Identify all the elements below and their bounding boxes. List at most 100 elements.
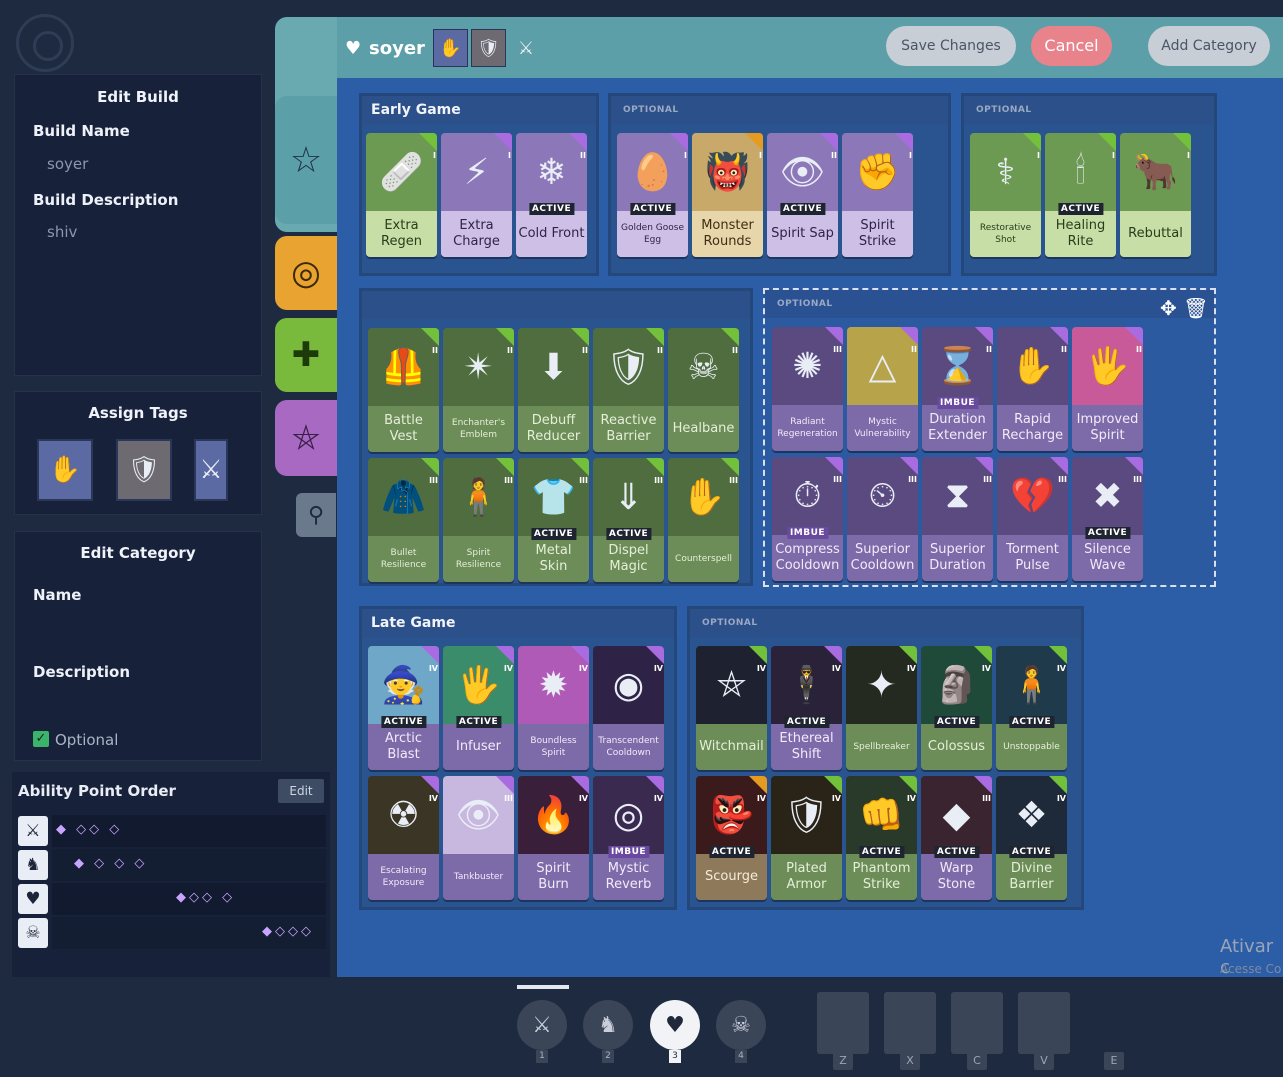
key-label: E [1104, 1052, 1124, 1070]
item-card[interactable]: 🦺 II Battle Vest [368, 328, 439, 452]
item-card[interactable]: ✦ IV Spellbreaker [846, 646, 917, 770]
item-card[interactable]: ✖ III ACTIVE Silence Wave [1072, 457, 1143, 581]
app-logo-icon [16, 14, 74, 72]
ability-3-heart-icon: ♥ [18, 884, 48, 914]
item-card[interactable]: 🖐 II Improved Spirit [1072, 327, 1143, 451]
item-slot-c[interactable] [951, 992, 1003, 1054]
ability-point-order-title: Ability Point Order [18, 782, 176, 800]
ability-slot-4-skull-icon[interactable]: ☠ [716, 1000, 766, 1050]
activation-watermark-sub: Acesse Co [1220, 962, 1282, 976]
key-label: V [1034, 1052, 1054, 1070]
item-card[interactable]: 🖐 IV ACTIVE Infuser [443, 646, 514, 770]
edit-build-title: Edit Build [97, 88, 179, 106]
category-description-label: Description [33, 663, 131, 681]
item-slot-x[interactable] [884, 992, 936, 1054]
item-card[interactable]: ❄ II ACTIVE Cold Front [516, 133, 587, 257]
item-card[interactable]: ◆ III ACTIVE Warp Stone [921, 776, 992, 900]
category-optional-selected[interactable]: OPTIONAL ✺ III Radiant Regeneration △ II Mys… [763, 288, 1216, 587]
category-title: Late Game [371, 615, 456, 631]
build-description-label: Build Description [33, 191, 179, 209]
item-card[interactable]: 👊 IV ACTIVE Phantom Strike [846, 776, 917, 900]
ability-slot-1-blade-icon[interactable]: ⚔ [517, 1000, 567, 1050]
category-title: OPTIONAL [976, 105, 1032, 115]
ability-1-icon: ⚔ [18, 816, 48, 846]
item-card[interactable]: 👕 III ACTIVE Metal Skin [518, 458, 589, 582]
item-card[interactable]: △ II Mystic Vulnerability [847, 327, 918, 451]
item-card[interactable]: ⌛ II IMBUE Duration Extender [922, 327, 993, 451]
item-card[interactable]: ❖ IV ACTIVE Divine Barrier [996, 776, 1067, 900]
item-card[interactable]: ✋ II Rapid Recharge [997, 327, 1068, 451]
category-title: OPTIONAL [702, 618, 758, 628]
item-card[interactable]: 🩹 I Extra Regen [366, 133, 437, 257]
item-card[interactable]: ⏲ III Superior Cooldown [847, 457, 918, 581]
item-card[interactable]: ⬇ II Debuff Reducer [518, 328, 589, 452]
category-optional-1[interactable]: OPTIONAL 🥚 I ACTIVE Golden Goose Egg 👹 I M… [608, 93, 951, 276]
item-card[interactable]: 🕴 IV ACTIVE Ethereal Shift [771, 646, 842, 770]
item-card[interactable]: 🧍 III Spirit Resilience [443, 458, 514, 582]
ability-row-3: ♥ ◆◇◇ ◇ [16, 883, 326, 915]
item-card[interactable]: 👁 II ACTIVE Spirit Sap [767, 133, 838, 257]
item-card[interactable]: 👹 I Monster Rounds [692, 133, 763, 257]
ability-order-edit-button[interactable]: Edit [278, 779, 324, 803]
search-icon[interactable]: ⚲ [296, 493, 336, 537]
item-card[interactable]: 🗿 IV ACTIVE Colossus [921, 646, 992, 770]
tab-spirit-pentagram-icon[interactable]: ⛤ [275, 400, 337, 476]
key-label: Z [833, 1052, 853, 1070]
trash-icon[interactable]: 🗑 [1183, 296, 1208, 320]
tab-favorites-star-icon[interactable]: ☆ [275, 96, 337, 224]
category-name-label: Name [33, 586, 82, 604]
build-description-field[interactable]: shiv [47, 223, 77, 241]
item-card[interactable]: ✊ I Spirit Strike [842, 133, 913, 257]
item-card[interactable]: ✴ II Enchanter's Emblem [443, 328, 514, 452]
item-card[interactable]: ☠ II Healbane [668, 328, 739, 452]
cancel-button[interactable]: Cancel [1031, 26, 1112, 66]
tab-vitality-plus-icon[interactable]: ✚ [275, 318, 337, 392]
item-card[interactable]: 💔 III Torment Pulse [997, 457, 1068, 581]
item-slot-v[interactable] [1018, 992, 1070, 1054]
item-card[interactable]: 🛡 II Reactive Barrier [593, 328, 664, 452]
build-name-field[interactable]: soyer [47, 155, 88, 173]
item-card[interactable]: ⏱ III IMBUE Compress Cooldown [772, 457, 843, 581]
add-category-button[interactable]: Add Category [1148, 26, 1270, 66]
move-icon[interactable]: ✥ [1160, 296, 1177, 320]
item-card[interactable]: 🥚 I ACTIVE Golden Goose Egg [617, 133, 688, 257]
category-early-game[interactable]: Early Game 🩹 I Extra Regen ⚡ I Extra Charg… [359, 93, 599, 276]
item-card[interactable]: ◉ IV Transcendent Cooldown [593, 646, 664, 770]
item-card[interactable]: 🧙 IV ACTIVE Arctic Blast [368, 646, 439, 770]
item-card[interactable]: 👁 III Tankbuster [443, 776, 514, 900]
tab-weapon-target-icon[interactable]: ◎ [275, 236, 337, 310]
ability-row-2: ♞ ◆ ◇ ◇ ◇ [16, 849, 326, 881]
item-card[interactable]: ⚡ I Extra Charge [441, 133, 512, 257]
tag-figure-icon[interactable]: ⚔ [194, 439, 228, 501]
item-card[interactable]: 🕯 I ACTIVE Healing Rite [1045, 133, 1116, 257]
item-card[interactable]: ✹ IV Boundless Spirit [518, 646, 589, 770]
ability-slot-number: 4 [735, 1050, 747, 1063]
category-mid-game[interactable]: 🦺 II Battle Vest ✴ II Enchanter's Emblem ⬇ II… [359, 288, 753, 586]
item-card[interactable]: ⚕ I Restorative Shot [970, 133, 1041, 257]
item-card[interactable]: 🛡 IV Plated Armor [771, 776, 842, 900]
ability-slot-3-heart-icon[interactable]: ♥ [650, 1000, 700, 1050]
item-card[interactable]: 👺 IV ACTIVE Scourge [696, 776, 767, 900]
item-card[interactable]: 🔥 IV Spirit Burn [518, 776, 589, 900]
category-late-game[interactable]: Late Game 🧙 IV ACTIVE Arctic Blast 🖐 IV ACTIV… [359, 606, 677, 910]
save-changes-button[interactable]: Save Changes [886, 26, 1016, 66]
item-card[interactable]: ☢ IV Escalating Exposure [368, 776, 439, 900]
edit-build-panel: Edit Build Build Name soyer Build Descri… [14, 74, 262, 376]
item-card[interactable]: ⧗ III Superior Duration [922, 457, 993, 581]
tag-soldier-icon[interactable]: 🛡 [116, 439, 172, 501]
item-card[interactable]: 🐂 I Rebuttal [1120, 133, 1191, 257]
category-optional-2[interactable]: OPTIONAL ⚕ I Restorative Shot 🕯 I ACTIVE H… [961, 93, 1217, 276]
category-title: Early Game [371, 102, 461, 118]
item-slot-z[interactable] [817, 992, 869, 1054]
item-card[interactable]: ◎ IV IMBUE Mystic Reverb [593, 776, 664, 900]
category-optional-late[interactable]: OPTIONAL ⛤ IV Witchmail 🕴 IV ACTIVE Ethereal … [687, 606, 1084, 910]
item-card[interactable]: ⇓ III ACTIVE Dispel Magic [593, 458, 664, 582]
item-card[interactable]: 🧥 III Bullet Resilience [368, 458, 439, 582]
tag-hand-lightning-icon[interactable]: ✋ [37, 439, 93, 501]
optional-checkbox[interactable]: ✓ [33, 731, 49, 747]
item-card[interactable]: ✺ III Radiant Regeneration [772, 327, 843, 451]
ability-slot-2-figure-icon[interactable]: ♞ [583, 1000, 633, 1050]
item-card[interactable]: ⛤ IV Witchmail [696, 646, 767, 770]
item-card[interactable]: 🧍 IV ACTIVE Unstoppable [996, 646, 1067, 770]
item-card[interactable]: ✋ III Counterspell [668, 458, 739, 582]
